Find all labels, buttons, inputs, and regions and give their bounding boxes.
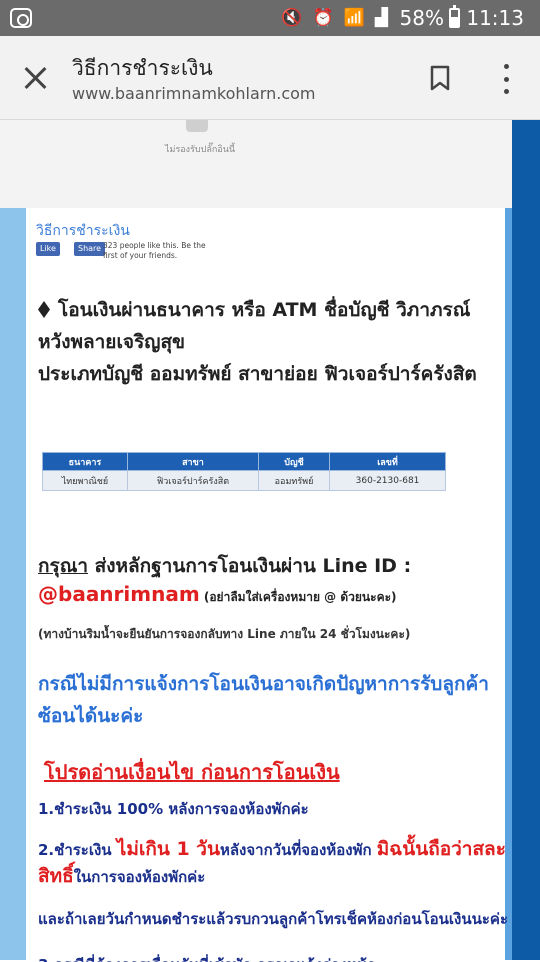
page-left-accent bbox=[0, 208, 26, 960]
please-label: กรุณา bbox=[38, 555, 89, 577]
page-side-bar bbox=[512, 120, 540, 960]
table-header: เลขที่ bbox=[329, 452, 446, 471]
proof-notice: กรุณา ส่งหลักฐานการโอนเงินผ่าน Line ID :… bbox=[38, 552, 503, 611]
page-url[interactable]: www.baanrimnamkohlarn.com bbox=[72, 84, 316, 103]
notice-text: ส่งหลักฐานการโอนเงินผ่าน Line ID : bbox=[88, 555, 412, 577]
puzzle-icon bbox=[186, 120, 208, 132]
table-cell: ไทยพาณิชย์ bbox=[42, 470, 128, 491]
diamond-bullet-icon bbox=[38, 301, 50, 318]
table-cell: ออมทรัพย์ bbox=[257, 470, 331, 491]
plugin-message: ไม่รองรับปลั๊กอินนี้ bbox=[164, 145, 236, 155]
table-row: ไทยพาณิชย์ ฟิวเจอร์ปาร์ครังสิต ออมทรัพย์… bbox=[42, 470, 446, 491]
table-header-row: ธนาคาร สาขา บัญชี เลขที่ bbox=[42, 452, 446, 471]
unsupported-plugin-box: ไม่รองรับปลั๊กอินนี้ bbox=[0, 120, 512, 208]
transfer-account-name: โอนเงินผ่านธนาคาร หรือ ATM ชื่อบัญชี วิภ… bbox=[38, 299, 471, 353]
wifi-icon: 📶 bbox=[343, 8, 365, 28]
battery-icon bbox=[449, 5, 460, 28]
facebook-share-button[interactable]: Share bbox=[74, 242, 106, 256]
table-header: ธนาคาร bbox=[42, 452, 128, 471]
condition-item-4: 3.กรณีที่ต้องการเลื่อนวันที่เข้าพัก กรุณ… bbox=[38, 952, 508, 962]
bookmark-icon[interactable] bbox=[429, 64, 451, 92]
table-header: บัญชี bbox=[257, 452, 331, 471]
conditions-heading: โปรดอ่านเงื่อนไข ก่อนการโอนเงิน bbox=[44, 760, 340, 784]
condition-item-3: และถ้าเลยวันกำหนดชำระแล้วรบกวนลูกค้าโทรเ… bbox=[38, 910, 508, 928]
facebook-page-title[interactable]: วิธีการชำระเงิน bbox=[36, 220, 130, 242]
more-options-icon[interactable] bbox=[494, 64, 518, 94]
confirm-notice: (ทางบ้านริมน้ำจะยืนยันการจองกลับทาง Line… bbox=[38, 627, 411, 641]
camera-notification-icon bbox=[10, 8, 32, 28]
condition-item-1: 1.ชำระเงิน 100% หลังการจองห้องพักค่ะ bbox=[38, 800, 309, 818]
signal-icon: ▟ bbox=[374, 8, 388, 28]
transfer-account-type: ประเภทบัญชี ออมทรัพย์ สาขาย่อย ฟิวเจอร์ป… bbox=[38, 363, 477, 385]
facebook-like-button[interactable]: Like bbox=[36, 242, 60, 256]
browser-toolbar: วิธีการชำระเงิน www.baanrimnamkohlarn.co… bbox=[0, 36, 540, 120]
battery-percent: 58% bbox=[399, 6, 444, 30]
line-id-hint: (อย่าลืมใส่เครื่องหมาย @ ด้วยนะคะ) bbox=[199, 590, 397, 604]
alarm-icon: ⏰ bbox=[312, 8, 334, 28]
web-page: ไม่รองรับปลั๊กอินนี้ วิธีการชำระเงิน Lik… bbox=[0, 120, 540, 962]
mute-icon: 🔇 bbox=[281, 8, 303, 28]
table-header: สาขา bbox=[126, 452, 259, 471]
table-cell: 360-2130-681 bbox=[329, 470, 446, 491]
status-bar: 🔇 ⏰ 📶 ▟ 58% 11:13 bbox=[0, 0, 540, 36]
condition-item-2: 2.ชำระเงิน ไม่เกิน 1 วันหลังจากวันที่จอง… bbox=[38, 838, 506, 887]
table-cell: ฟิวเจอร์ปาร์ครังสิต bbox=[126, 470, 259, 491]
line-id[interactable]: @baanrimnam bbox=[38, 582, 200, 606]
article-content: วิธีการชำระเงิน Like Share 323 people li… bbox=[26, 208, 508, 962]
clock: 11:13 bbox=[466, 6, 524, 30]
close-icon[interactable] bbox=[18, 60, 54, 96]
bank-account-table: ธนาคาร สาขา บัญชี เลขที่ ไทยพาณิชย์ ฟิวเ… bbox=[42, 452, 446, 491]
facebook-like-count: 323 people like this. Be the first of yo… bbox=[103, 241, 206, 260]
page-title: วิธีการชำระเงิน bbox=[72, 56, 213, 80]
warning-text: กรณีไม่มีการแจ้งการโอนเงินอาจเกิดปัญหากา… bbox=[38, 673, 489, 727]
